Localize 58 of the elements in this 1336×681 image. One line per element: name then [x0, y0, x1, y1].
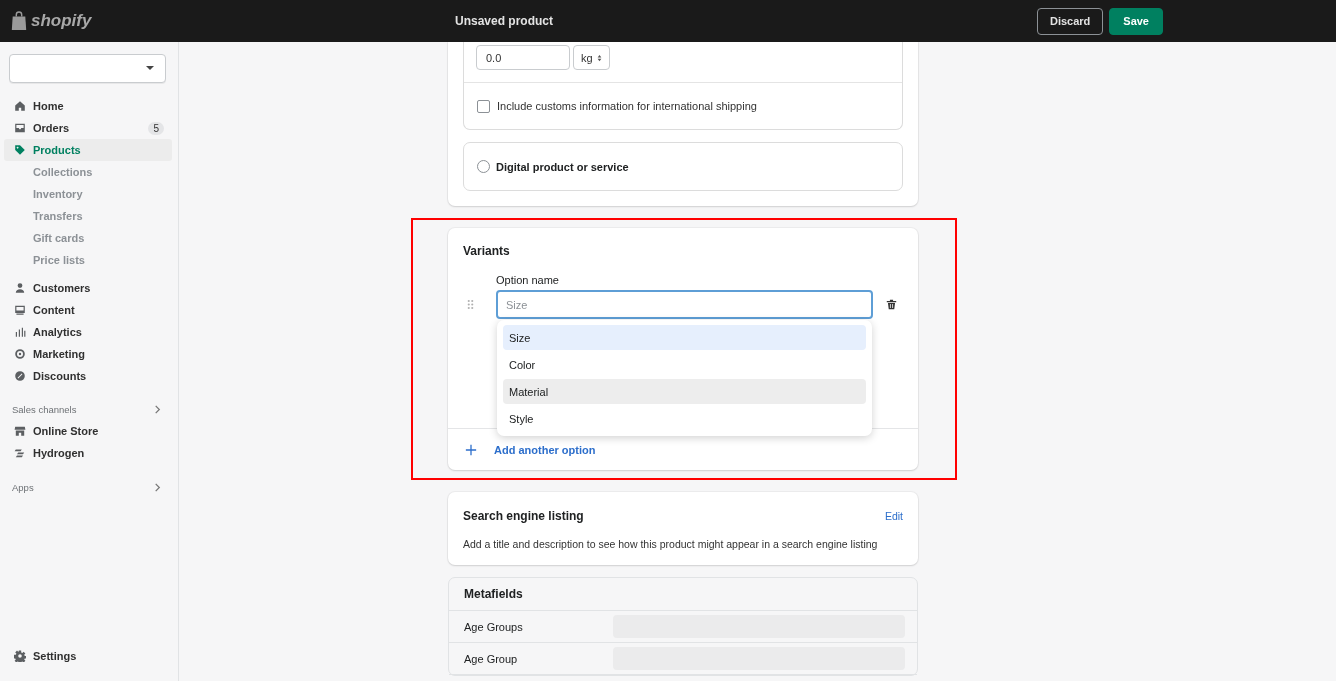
card-title: Search engine listing — [463, 509, 584, 523]
menu-option[interactable]: Style — [503, 406, 866, 431]
plus-icon[interactable] — [465, 443, 477, 456]
checkbox[interactable] — [477, 99, 490, 113]
store-icon — [14, 425, 26, 437]
card-title: Variants — [462, 244, 511, 258]
section-label: Sales channels — [12, 403, 77, 415]
caret-icon — [146, 66, 154, 70]
save-button[interactable]: Save — [1109, 7, 1163, 35]
nav-item[interactable]: Orders 5 — [4, 117, 172, 139]
layers-icon — [14, 447, 26, 459]
sort-arrows-icon — [596, 53, 602, 62]
section-label: Apps — [12, 481, 34, 493]
menu-option[interactable]: Size — [503, 325, 866, 350]
menu-option[interactable]: Material — [503, 379, 866, 404]
discard-button[interactable]: Discard — [1036, 7, 1104, 35]
menu-option[interactable]: Color — [503, 352, 866, 377]
field-label: Option name — [496, 274, 560, 286]
radio-button[interactable] — [477, 160, 490, 173]
discount-icon — [14, 370, 26, 382]
radio-label: Digital product or service — [496, 160, 629, 173]
metafield-label: Age Groups — [464, 620, 524, 633]
settings-icon — [14, 650, 26, 662]
metafield-label: Age Group — [464, 652, 519, 665]
settings-item[interactable]: Settings — [4, 645, 172, 667]
nav-item[interactable]: Home — [4, 95, 172, 117]
page-title: Unsaved product — [455, 14, 554, 28]
checkbox-label: Include customs information for international shipping — [497, 100, 757, 112]
chevron-right-icon[interactable] — [153, 404, 162, 414]
trash-icon[interactable] — [886, 299, 897, 310]
target-icon — [14, 348, 26, 360]
shopping-bag-icon — [10, 11, 28, 31]
nav-item[interactable]: Discounts — [4, 365, 172, 387]
bar-chart-icon — [14, 326, 26, 338]
nav-item[interactable]: Analytics — [4, 321, 172, 343]
logo-text: shopify — [31, 11, 92, 31]
unit-select[interactable]: kg — [573, 45, 610, 70]
nav-item[interactable]: Customers — [4, 277, 172, 299]
nav-item[interactable]: Hydrogen — [4, 442, 172, 464]
nav-item[interactable]: Products — [4, 139, 172, 161]
nav-item[interactable]: Marketing — [4, 343, 172, 365]
chevron-right-icon[interactable] — [153, 482, 162, 492]
option-name-input[interactable]: Size — [496, 290, 873, 319]
count-badge: 5 — [148, 121, 164, 135]
weight-input[interactable]: 0.0 — [476, 45, 570, 70]
card-title: Metafields — [449, 578, 917, 611]
store-dropdown[interactable] — [9, 54, 166, 83]
drag-handle-icon[interactable] — [467, 299, 474, 310]
content-icon — [14, 304, 26, 316]
home-icon — [14, 100, 26, 112]
nav-item[interactable]: Online Store — [4, 420, 172, 442]
person-icon — [14, 282, 26, 294]
edit-link[interactable]: Edit — [884, 510, 903, 522]
tag-icon — [14, 144, 26, 156]
tray-icon — [14, 122, 26, 134]
add-option-link[interactable]: Add another option — [494, 443, 596, 456]
description-text: Add a title and description to see how this product might appear in a search engine listing — [463, 538, 879, 550]
nav-item[interactable]: Content — [4, 299, 172, 321]
